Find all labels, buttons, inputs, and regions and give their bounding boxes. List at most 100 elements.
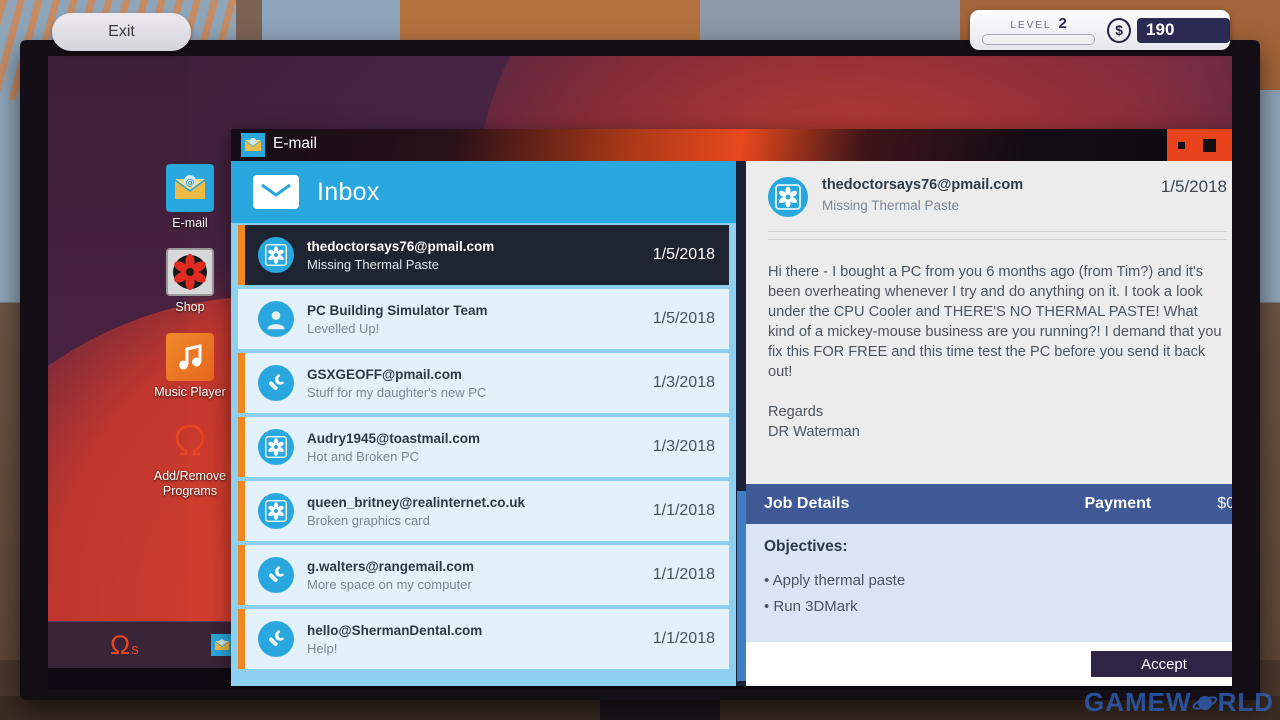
objective-item: • Run 3DMark (764, 598, 858, 615)
email-envelope-icon: @ (166, 164, 214, 212)
minimize-icon[interactable] (1167, 129, 1195, 161)
objectives-label: Objectives: (764, 538, 848, 555)
email-list-item-text: hello@ShermanDental.com Help! (307, 623, 653, 656)
desktop-icon-add-remove-programs[interactable]: Add/Remove Programs (144, 417, 236, 498)
email-list-item-text: queen_britney@realinternet.co.uk Broken g… (307, 495, 653, 528)
email-list-item-from: Audry1945@toastmail.com (307, 430, 480, 446)
email-list-item[interactable]: g.walters@rangemail.com More space on my … (238, 545, 729, 605)
omega-icon (166, 417, 214, 465)
unread-flag (238, 225, 245, 285)
music-note-icon (166, 332, 214, 381)
desktop-icon-label: Shop (175, 300, 205, 315)
desktop-icon-music-player[interactable]: Music Player (144, 332, 236, 399)
wrench-icon (258, 557, 294, 593)
email-list-item[interactable]: queen_britney@realinternet.co.uk Broken g… (238, 481, 729, 541)
desktop-icon-email[interactable]: @ E-mail (144, 164, 236, 230)
list-scrollbar[interactable] (736, 161, 746, 686)
desktop-screen: @ E-mail Shop Music Player Add/Remove Pr… (48, 56, 1232, 690)
unread-flag (238, 417, 245, 477)
email-list-item[interactable]: hello@ShermanDental.com Help! 1/1/2018 (238, 609, 729, 669)
payment-label: Payment (1084, 495, 1152, 512)
unread-flag (238, 609, 245, 669)
inbox-title: Inbox (317, 177, 380, 206)
exit-button[interactable]: Exit (52, 13, 191, 51)
window-body: Inbox thedoctorsays76@pmail.com Missing T… (231, 161, 1232, 686)
email-envelope-icon (210, 634, 233, 656)
email-list-item-from: thedoctorsays76@pmail.com (307, 238, 495, 254)
email-list-item-date: 1/3/2018 (652, 438, 715, 455)
wrench-icon (258, 365, 294, 401)
email-list-item-date: 1/1/2018 (652, 566, 715, 583)
level-label: LEVEL (1010, 20, 1052, 31)
case-fan-icon (258, 429, 294, 465)
close-icon[interactable]: ✕ (1223, 129, 1232, 161)
level-widget: LEVEL 2 (982, 15, 1096, 45)
email-list-item-date: 1/1/2018 (652, 502, 715, 519)
inbox-pane: Inbox thedoctorsays76@pmail.com Missing T… (231, 161, 736, 686)
email-header-text: thedoctorsays76@pmail.com Missing Therma… (822, 177, 1161, 213)
email-list-item[interactable]: Audry1945@toastmail.com Hot and Broken PC… (238, 417, 729, 477)
unread-flag (238, 289, 245, 349)
dollar-coin-icon: $ (1107, 17, 1132, 43)
start-label: s (131, 640, 139, 658)
start-button[interactable]: Ω s (110, 629, 139, 660)
reading-pane: thedoctorsays76@pmail.com Missing Therma… (746, 161, 1232, 686)
email-list-item-date: 1/3/2018 (652, 374, 715, 391)
email-list-item-subject: Help! (307, 640, 338, 656)
email-list-item-date: 1/5/2018 (652, 246, 715, 263)
email-list-item[interactable]: thedoctorsays76@pmail.com Missing Thermal… (238, 225, 729, 285)
job-details-header: Job Details Payment $0 (746, 484, 1232, 524)
desktop-icon-label: Music Player (154, 384, 226, 399)
maximize-icon[interactable] (1195, 129, 1223, 161)
case-fan-icon (258, 493, 294, 529)
case-fan-icon (166, 248, 214, 297)
email-list-item[interactable]: GSXGEOFF@pmail.com Stuff for my daughter'… (238, 353, 729, 413)
email-list-item-text: thedoctorsays76@pmail.com Missing Thermal… (307, 239, 653, 272)
email-list-item-from: hello@ShermanDental.com (307, 622, 483, 638)
header-divider-1 (768, 231, 1227, 232)
inbox-header: Inbox (231, 161, 736, 223)
monitor-stand (600, 700, 720, 720)
omega-start-icon: Ω (110, 629, 131, 660)
case-fan-icon (258, 237, 294, 273)
person-icon (258, 301, 294, 337)
watermark-text-left: GAMEW (1084, 687, 1192, 717)
objective-item: • Apply thermal paste (764, 572, 906, 589)
email-list-item-subject: Hot and Broken PC (307, 448, 420, 464)
accept-button[interactable]: Accept (1091, 651, 1232, 677)
gameworld-watermark: GAMEW RLD (1084, 687, 1274, 718)
email-envelope-icon (241, 133, 265, 157)
window-title: E-mail (273, 135, 317, 152)
email-list-item-from: PC Building Simulator Team (307, 302, 488, 318)
wrench-icon (258, 621, 294, 657)
email-list-item-from: GSXGEOFF@pmail.com (307, 366, 462, 382)
email-list-item-text: g.walters@rangemail.com More space on my … (307, 559, 653, 592)
email-list[interactable]: thedoctorsays76@pmail.com Missing Thermal… (231, 223, 736, 686)
window-titlebar[interactable]: E-mail ✕ (231, 129, 1232, 161)
job-objectives: Objectives: • Apply thermal paste • Run … (746, 524, 1232, 642)
email-date: 1/5/2018 (1160, 177, 1227, 196)
job-footer: Accept (746, 642, 1232, 686)
email-list-item[interactable]: PC Building Simulator Team Levelled Up! 1/… (238, 289, 729, 349)
money-value: 190 (1137, 17, 1230, 43)
unread-flag (238, 353, 245, 413)
email-list-item-text: Audry1945@toastmail.com Hot and Broken PC (307, 431, 653, 464)
window-controls: ✕ (1167, 129, 1232, 161)
job-details-title: Job Details (764, 495, 850, 512)
job-details-panel: Job Details Payment $0 Objectives: • App… (746, 484, 1232, 686)
email-subject: Missing Thermal Paste (822, 198, 960, 213)
email-list-item-subject: More space on my computer (307, 576, 472, 592)
envelope-icon (253, 175, 299, 209)
email-window: E-mail ✕ Inbox thedoc (231, 129, 1232, 686)
email-list-item-text: GSXGEOFF@pmail.com Stuff for my daughter'… (307, 367, 653, 400)
email-body: Hi there - I bought a PC from you 6 mont… (768, 264, 1222, 440)
level-value: 2 (1058, 15, 1067, 32)
svg-text:@: @ (186, 178, 195, 188)
email-header: thedoctorsays76@pmail.com Missing Therma… (746, 161, 1232, 217)
objectives-list: • Apply thermal paste • Run 3DMark (764, 568, 1232, 620)
email-list-item-from: g.walters@rangemail.com (307, 558, 474, 574)
desktop-icon-shop[interactable]: Shop (144, 248, 236, 314)
scrollbar-thumb[interactable] (737, 491, 746, 681)
watermark-text-right: RLD (1217, 687, 1274, 717)
planet-icon (1192, 695, 1217, 710)
